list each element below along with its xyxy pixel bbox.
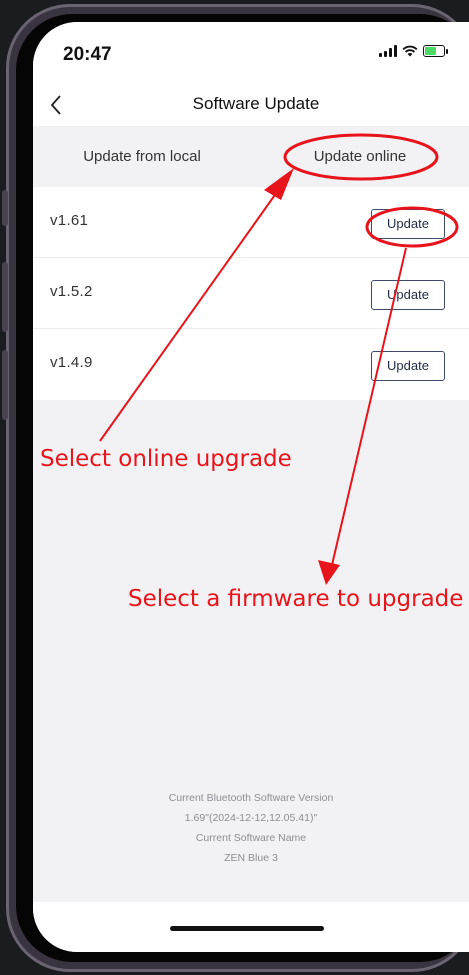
footer-software-name-value: ZEN Blue 3: [224, 852, 278, 864]
status-bar: 20:47: [33, 22, 469, 82]
list-item: v1.5.2 Update: [33, 258, 469, 329]
update-button[interactable]: Update: [371, 209, 445, 239]
status-icons: [379, 45, 448, 57]
footer-bt-version-value: 1.69"(2024-12-12,12.05.41)": [184, 812, 318, 824]
device-stage: 20:47 Software Update Update from local …: [0, 0, 469, 975]
wifi-icon: [402, 45, 418, 57]
footer-software-name-label: Current Software Name: [195, 832, 307, 844]
signal-icon: [379, 45, 397, 57]
list-item: v1.61 Update: [33, 187, 469, 258]
app-screen: 20:47 Software Update Update from local …: [33, 22, 469, 952]
status-time: 20:47: [63, 44, 112, 65]
footer-bt-version-label: Current Bluetooth Software Version: [168, 792, 334, 804]
side-button: [2, 350, 8, 420]
annotation-firmware: Select a firmware to upgrade: [128, 586, 464, 612]
tab-update-from-local[interactable]: Update from local: [33, 132, 251, 182]
annotation-online: Select online upgrade: [40, 446, 292, 472]
side-button: [2, 262, 8, 332]
software-info-footer: Current Bluetooth Software Version 1.69"…: [33, 788, 469, 868]
side-button: [2, 190, 8, 226]
firmware-list: v1.61 Update v1.5.2 Update v1.4.9 Update: [33, 187, 469, 400]
update-button[interactable]: Update: [371, 280, 445, 310]
home-indicator[interactable]: [170, 926, 324, 931]
page-title: Software Update: [192, 94, 320, 113]
battery-charging-icon: [423, 45, 448, 57]
version-label: v1.5.2: [50, 283, 93, 300]
navigation-bar: Software Update: [33, 82, 469, 126]
tab-update-online[interactable]: Update online: [251, 132, 469, 182]
update-button[interactable]: Update: [371, 351, 445, 381]
list-item: v1.4.9 Update: [33, 329, 469, 400]
version-label: v1.4.9: [50, 354, 93, 371]
home-area: [33, 902, 469, 952]
version-label: v1.61: [50, 212, 89, 229]
update-source-tabs: Update from local Update online: [33, 132, 469, 182]
